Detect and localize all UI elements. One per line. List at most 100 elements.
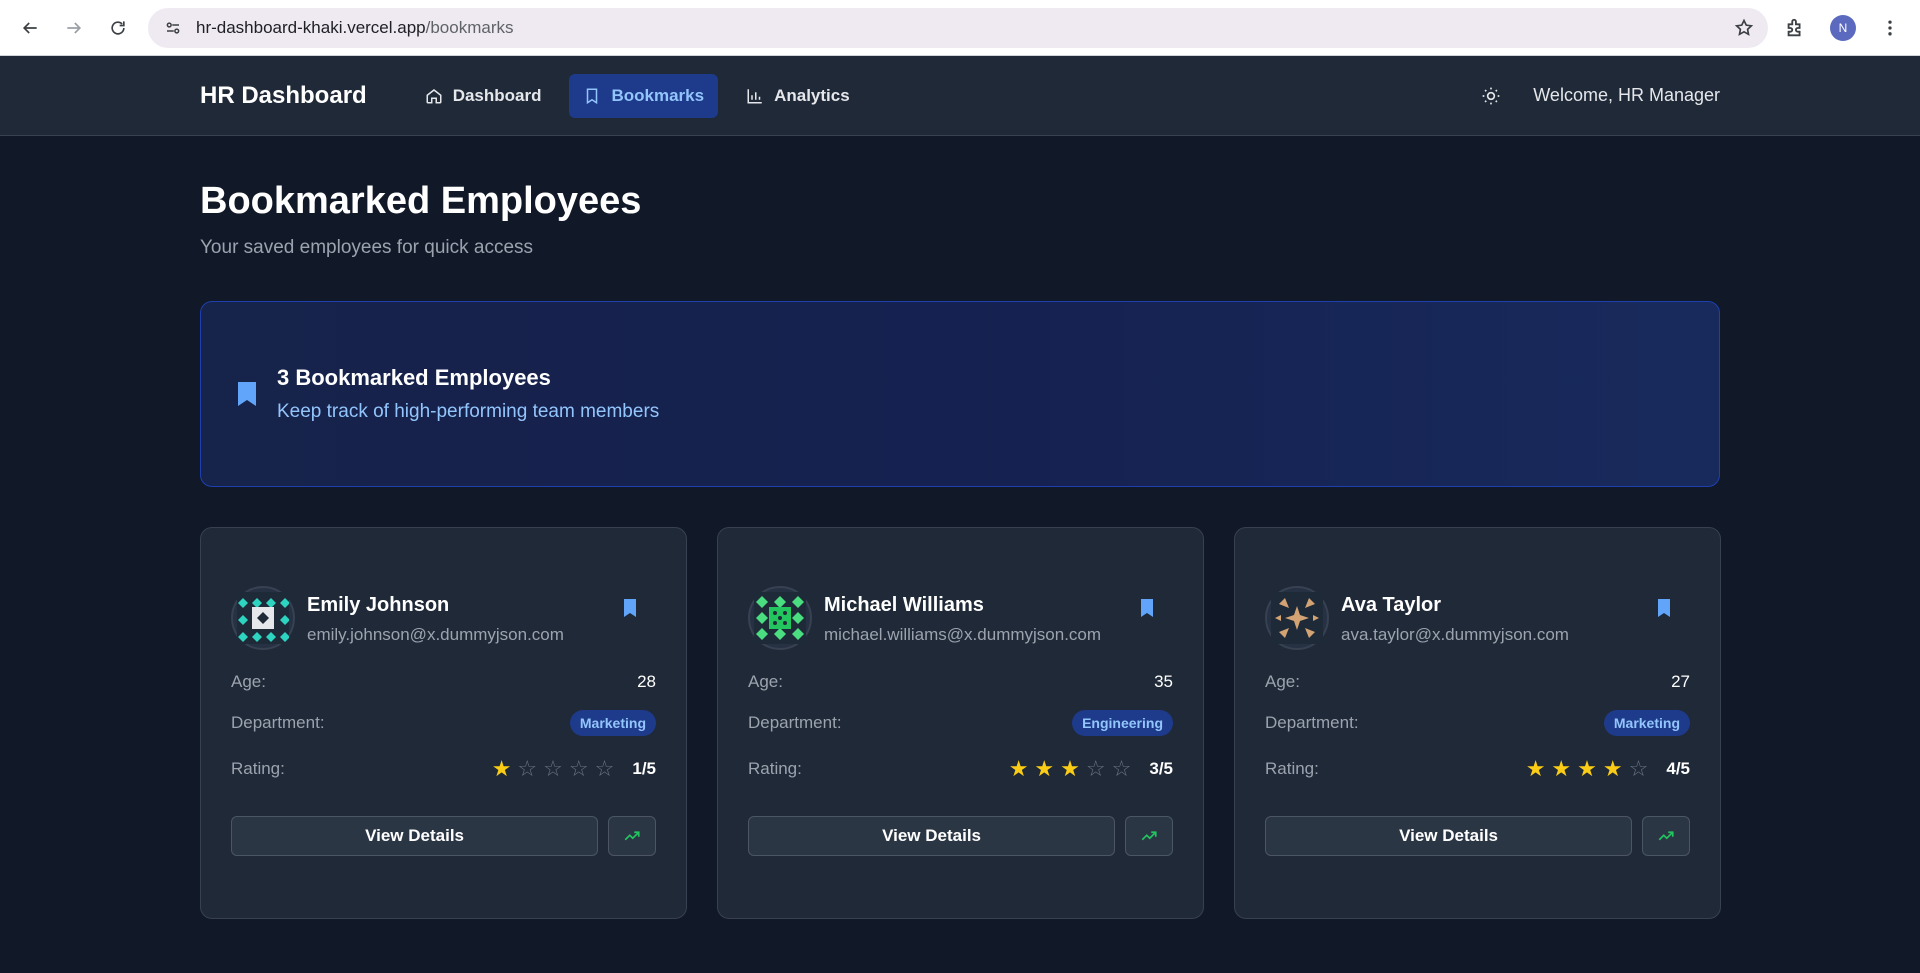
forward-icon[interactable] — [56, 10, 92, 46]
rating-row: Rating: ★ ★ ★ ★ ☆ 4/5 — [1265, 756, 1690, 782]
age-row: Age: 27 — [1265, 670, 1690, 694]
rating-value: 1/5 — [632, 759, 656, 778]
nav-analytics-label: Analytics — [774, 85, 850, 105]
employee-name[interactable]: Emily Johnson — [307, 594, 564, 617]
trending-up-icon — [1658, 831, 1674, 841]
employee-card: Emily Johnson emily.johnson@x.dummyjson.… — [200, 527, 687, 919]
bookmark-toggle-icon[interactable] — [1656, 598, 1672, 618]
bookmark-icon — [235, 380, 259, 408]
age-label: Age: — [231, 672, 266, 691]
brand-title[interactable]: HR Dashboard — [200, 82, 367, 110]
star-filled-icon: ★ — [1008, 756, 1029, 781]
promote-button[interactable] — [1125, 816, 1173, 856]
age-value: 35 — [1154, 672, 1173, 691]
employee-name[interactable]: Michael Williams — [824, 594, 1101, 617]
url-text[interactable]: hr-dashboard-khaki.vercel.app/bookmarks — [196, 18, 1734, 38]
star-filled-icon: ★ — [1602, 756, 1623, 781]
star-rating: ★ ☆ ☆ ☆ ☆ 1/5 — [492, 758, 656, 780]
age-label: Age: — [748, 672, 783, 691]
nav-bookmarks-label: Bookmarks — [611, 85, 705, 105]
promote-button[interactable] — [1642, 816, 1690, 856]
department-row: Department: Engineering — [748, 710, 1173, 736]
trending-up-icon — [624, 831, 640, 841]
rating-value: 3/5 — [1149, 759, 1173, 778]
nav-bookmarks[interactable]: Bookmarks — [569, 73, 719, 118]
bookmark-star-icon[interactable] — [1734, 18, 1754, 38]
star-filled-icon: ★ — [1034, 756, 1055, 781]
rating-value: 4/5 — [1666, 759, 1690, 778]
browser-toolbar: hr-dashboard-khaki.vercel.app/bookmarks … — [0, 0, 1920, 56]
star-rating: ★ ★ ★ ☆ ☆ 3/5 — [1009, 758, 1173, 780]
nav-dashboard[interactable]: Dashboard — [411, 74, 556, 118]
department-label: Department: — [748, 713, 842, 732]
bookmark-icon — [587, 88, 598, 104]
star-filled-icon: ★ — [1060, 756, 1080, 781]
department-row: Department: Marketing — [1265, 710, 1690, 736]
bookmark-toggle-icon[interactable] — [622, 598, 638, 618]
rating-label: Rating: — [1265, 759, 1319, 778]
star-empty-icon: ☆ — [1085, 756, 1106, 781]
star-empty-icon: ☆ — [594, 756, 615, 781]
page-title: Bookmarked Employees — [200, 180, 642, 222]
star-empty-icon: ☆ — [543, 756, 563, 781]
rating-label: Rating: — [231, 759, 285, 778]
bookmark-summary-card: 3 Bookmarked Employees Keep track of hig… — [200, 301, 1720, 487]
menu-icon[interactable] — [1880, 18, 1900, 38]
view-details-button[interactable]: View Details — [231, 816, 599, 856]
nav-analytics[interactable]: Analytics — [732, 74, 864, 118]
star-empty-icon: ☆ — [1111, 756, 1132, 781]
department-badge: Marketing — [1603, 710, 1690, 736]
view-details-button[interactable]: View Details — [1265, 816, 1633, 856]
main-content: Bookmarked Employees Your saved employee… — [200, 136, 1721, 919]
age-row: Age: 35 — [748, 670, 1173, 694]
employee-name[interactable]: Ava Taylor — [1341, 594, 1569, 617]
page-subtitle: Your saved employees for quick access — [200, 237, 534, 258]
address-bar[interactable]: hr-dashboard-khaki.vercel.app/bookmarks — [148, 7, 1768, 48]
promote-button[interactable] — [608, 816, 656, 856]
star-filled-icon: ★ — [1525, 756, 1546, 781]
site-settings-icon[interactable] — [162, 17, 184, 39]
employee-email: ava.taylor@x.dummyjson.com — [1341, 625, 1569, 644]
avatar — [1265, 586, 1329, 650]
age-value: 28 — [637, 672, 656, 691]
department-badge: Marketing — [569, 710, 656, 736]
reload-icon[interactable] — [100, 10, 136, 46]
employee-cards: Emily Johnson emily.johnson@x.dummyjson.… — [200, 527, 1721, 919]
url-path: /bookmarks — [425, 17, 514, 37]
department-label: Department: — [1265, 713, 1359, 732]
welcome-text: Welcome, HR Manager — [1533, 85, 1720, 105]
star-empty-icon: ☆ — [517, 756, 538, 781]
profile-avatar[interactable]: N — [1830, 14, 1856, 41]
back-icon[interactable] — [12, 10, 48, 46]
employee-card: Ava Taylor ava.taylor@x.dummyjson.com Ag… — [1234, 527, 1721, 919]
home-icon — [426, 88, 442, 103]
age-row: Age: 28 — [231, 670, 656, 694]
star-filled-icon: ★ — [491, 756, 512, 781]
rating-row: Rating: ★ ★ ★ ☆ ☆ 3/5 — [748, 756, 1173, 782]
bar-chart-icon — [747, 88, 762, 103]
age-value: 27 — [1671, 672, 1690, 691]
department-row: Department: Marketing — [231, 710, 656, 736]
sun-icon[interactable] — [1481, 86, 1501, 106]
trending-up-icon — [1141, 831, 1157, 841]
star-empty-icon: ☆ — [1628, 756, 1649, 781]
bookmark-toggle-icon[interactable] — [1139, 598, 1155, 618]
extensions-icon[interactable] — [1784, 17, 1806, 39]
employee-card: Michael Williams michael.williams@x.dumm… — [717, 527, 1204, 919]
avatar — [748, 586, 812, 650]
age-label: Age: — [1265, 672, 1300, 691]
rating-row: Rating: ★ ☆ ☆ ☆ ☆ 1/5 — [231, 756, 656, 782]
star-empty-icon: ☆ — [568, 756, 589, 781]
summary-subtitle: Keep track of high-performing team membe… — [277, 401, 660, 422]
department-badge: Engineering — [1072, 710, 1173, 736]
summary-title: 3 Bookmarked Employees — [277, 365, 551, 390]
url-host: hr-dashboard-khaki.vercel.app — [196, 17, 426, 37]
star-filled-icon: ★ — [1551, 756, 1572, 781]
department-label: Department: — [231, 713, 325, 732]
nav-dashboard-label: Dashboard — [452, 85, 542, 105]
avatar — [231, 586, 295, 650]
view-details-button[interactable]: View Details — [748, 816, 1116, 856]
employee-email: michael.williams@x.dummyjson.com — [824, 625, 1102, 644]
star-rating: ★ ★ ★ ★ ☆ 4/5 — [1526, 758, 1690, 780]
main-nav: Dashboard Bookmarks Analytics — [411, 73, 864, 118]
